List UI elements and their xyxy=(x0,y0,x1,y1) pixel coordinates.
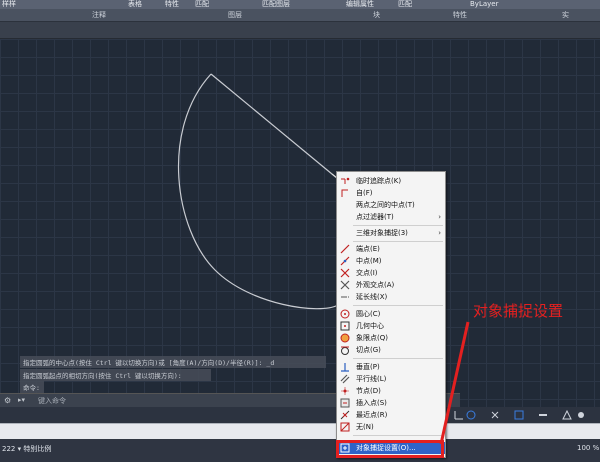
annotation-arrow xyxy=(439,321,470,445)
annotation-arrow-line xyxy=(439,321,470,445)
annotation-label: 对象捕捉设置 xyxy=(473,302,564,320)
